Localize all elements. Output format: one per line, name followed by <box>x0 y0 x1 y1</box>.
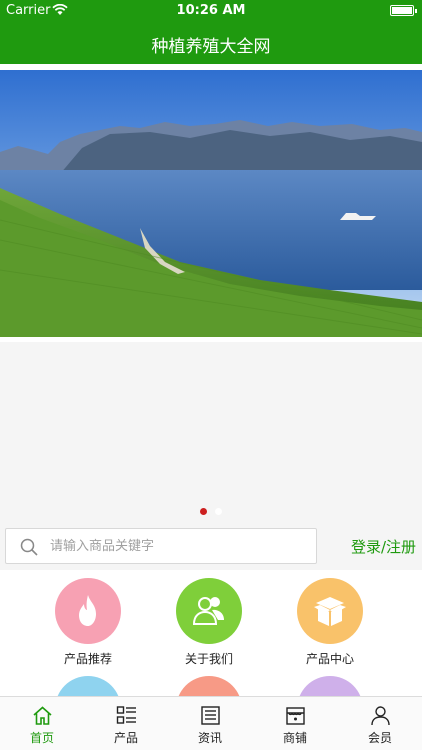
page-title: 种植养殖大全网 <box>151 37 271 57</box>
carousel-dot[interactable] <box>215 508 222 515</box>
home-icon <box>33 706 52 725</box>
flame-icon <box>79 595 96 626</box>
navigation-bar: 种植养殖大全网 <box>0 22 422 64</box>
search-icon <box>20 538 38 556</box>
menu-item-product-recommend[interactable]: 产品推荐 <box>38 578 138 667</box>
menu-label: 关于我们 <box>184 652 233 666</box>
menu-item-about-us[interactable]: 关于我们 <box>159 578 259 667</box>
menu-circle <box>55 676 121 696</box>
login-register-link[interactable]: 登录/注册 <box>351 536 416 557</box>
menu-circle <box>55 578 121 644</box>
tab-label: 会员 <box>367 731 392 745</box>
carousel-indicator <box>0 500 422 519</box>
tab-bar: 首页 产品 资讯 商铺 会员 <box>0 696 422 750</box>
tab-home[interactable]: 首页 <box>0 697 84 750</box>
menu-label: 产品中心 <box>305 652 354 666</box>
menu-label: 产品推荐 <box>63 652 112 666</box>
search-row: 登录/注册 <box>0 520 422 570</box>
tab-label: 首页 <box>29 731 54 745</box>
menu-circle <box>297 676 363 696</box>
carousel-dot-active[interactable] <box>200 508 207 515</box>
banner-image[interactable] <box>0 70 422 337</box>
clock: 10:26 AM <box>176 3 246 18</box>
tab-store[interactable]: 商铺 <box>253 697 337 750</box>
banner[interactable] <box>0 64 422 342</box>
list-icon <box>116 706 136 724</box>
tab-label: 资讯 <box>197 731 222 745</box>
search-input[interactable] <box>50 535 300 557</box>
menu-item-product-center[interactable]: 产品中心 <box>280 578 380 667</box>
store-icon <box>286 707 305 725</box>
tab-products[interactable]: 产品 <box>84 697 168 750</box>
menu-circle <box>297 578 363 644</box>
menu-item-5[interactable] <box>159 676 259 696</box>
user-icon <box>371 706 390 726</box>
menu-circle <box>176 578 242 644</box>
battery-icon <box>390 5 417 16</box>
carousel-area[interactable] <box>0 342 422 520</box>
tab-label: 产品 <box>113 731 138 745</box>
users-icon <box>192 597 224 625</box>
menu-grid: 产品推荐 关于我们 产品中心 <box>0 570 422 696</box>
search-box[interactable] <box>5 528 317 564</box>
tab-news[interactable]: 资讯 <box>168 697 252 750</box>
tab-label: 商铺 <box>282 731 307 745</box>
box-icon <box>314 597 346 626</box>
menu-item-4[interactable] <box>38 676 138 696</box>
menu-item-6[interactable] <box>280 676 380 696</box>
news-icon <box>201 706 220 725</box>
tab-member[interactable]: 会员 <box>338 697 422 750</box>
status-bar: Carrier 10:26 AM <box>0 0 422 22</box>
menu-circle <box>176 676 242 696</box>
